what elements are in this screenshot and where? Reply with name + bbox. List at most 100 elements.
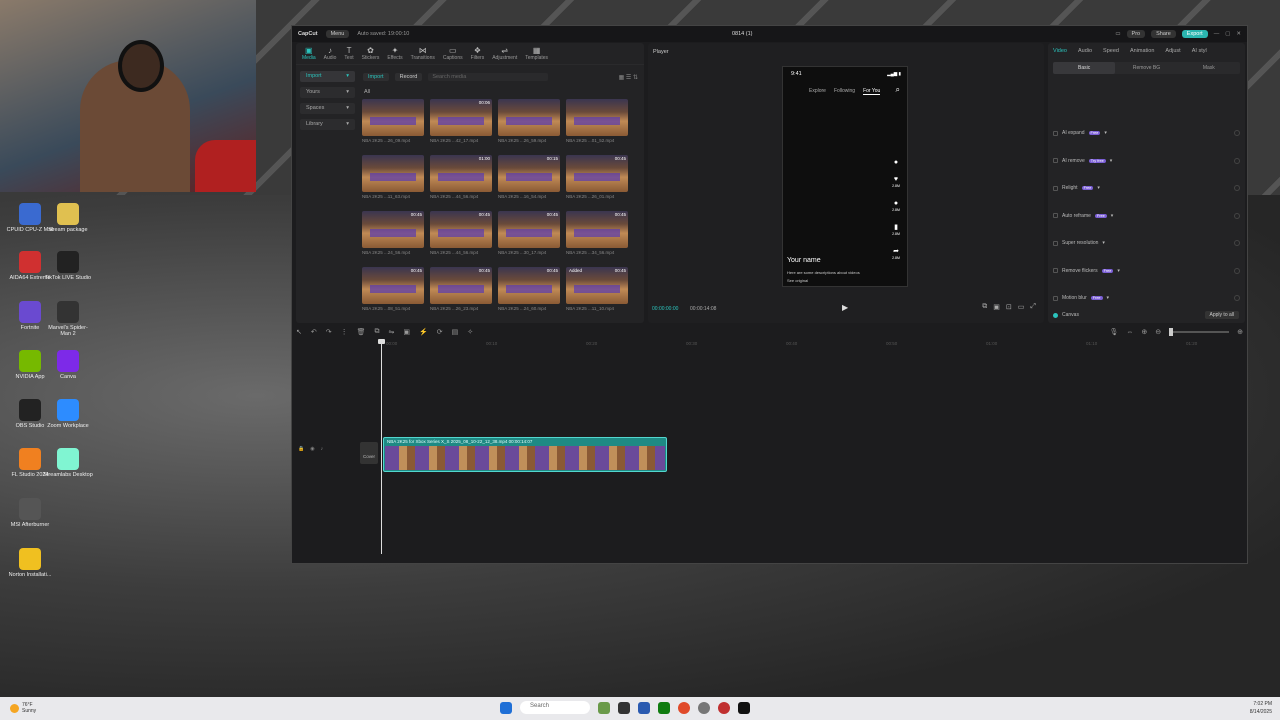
crop-icon[interactable]: ⧉ [982,303,987,311]
share-button[interactable]: Share [1151,30,1176,38]
reset-icon[interactable] [1234,185,1240,191]
media-thumbnail[interactable]: 00:45 NBA 2K25 ...08_51.mp4 [362,267,424,313]
apply-to-all-button[interactable]: Apply to all [1204,311,1239,319]
widget-icon[interactable] [598,701,610,714]
nav-item-spaces[interactable]: Spaces ▾ [300,103,355,114]
tab-video[interactable]: Video [1053,48,1067,54]
canvas-row[interactable]: Canvas [1053,312,1079,318]
cover-button[interactable]: Cover [360,442,378,464]
media-thumbnail[interactable]: 00:06 NBA 2K25 ...42_17.mp4 [430,99,492,145]
rotate-icon[interactable]: ⟳ [437,328,443,336]
task-view-icon[interactable] [618,701,630,714]
tab-animation[interactable]: Animation [1130,48,1154,54]
media-search-input[interactable]: Search media [428,73,549,81]
desktop-icon[interactable]: Streamlabs Desktop [43,448,93,478]
tab-ai-styl[interactable]: AI styl [1192,48,1207,54]
property-checkbox[interactable] [1053,295,1058,301]
property-checkbox[interactable] [1053,158,1058,163]
canvas-toggle[interactable] [1053,312,1058,318]
taskbar-search[interactable]: Search [520,701,590,714]
ratio-icon[interactable]: ▣ [993,303,1000,311]
crop-tool-icon[interactable]: ⧉ [375,328,380,336]
desktop-icon[interactable]: MSI Afterburner [5,498,55,528]
tab-adjust[interactable]: Adjust [1165,48,1180,54]
windows-start-icon[interactable] [500,701,512,714]
tool-transitions[interactable]: ⋈ Transitions [411,46,435,61]
property-row[interactable]: Relight Free ▾ [1053,183,1240,193]
reset-icon[interactable] [1234,267,1240,274]
media-thumbnail[interactable]: 00:15 NBA 2K25 ...16_54.mp4 [498,155,560,201]
media-thumbnail[interactable]: 00:45 NBA 2K25 ...24_56.mp4 [362,211,424,257]
quality-icon[interactable]: ▭ [1018,303,1025,311]
tool-effects[interactable]: ✦ Effects [387,46,402,61]
chrome-icon[interactable] [678,701,690,714]
property-checkbox[interactable] [1053,130,1058,136]
property-checkbox[interactable] [1053,268,1058,273]
mic-icon[interactable]: 🎙 [1109,328,1118,336]
nav-item-library[interactable]: Library ▾ [300,119,355,130]
property-row[interactable]: Super resolution ▾ [1053,238,1240,248]
tool-audio[interactable]: ♪ Audio [324,46,337,61]
reset-icon[interactable] [1234,212,1240,219]
record-button[interactable]: Record [394,73,423,81]
tool-text[interactable]: T Text [344,46,353,61]
xbox-icon[interactable] [658,701,670,714]
maximize-icon[interactable]: ▢ [1225,31,1230,37]
tool-stickers[interactable]: ✿ Stickers [362,46,380,61]
weather-widget[interactable]: 76°F Sunny [10,702,36,714]
view-grid-icon[interactable]: ▦ ☰ ⇅ [619,74,638,81]
import-button[interactable]: Import [363,73,389,81]
undo-icon[interactable]: ↶ [311,328,317,336]
reset-icon[interactable] [1234,157,1240,164]
app-icon[interactable] [718,701,730,714]
property-row[interactable]: Auto reframe Free ▾ [1053,211,1240,221]
property-checkbox[interactable] [1053,185,1058,191]
media-thumbnail[interactable]: NBA 2K25 ...26_59.mp4 [498,99,560,145]
tab-speed[interactable]: Speed [1103,48,1119,54]
capcut-taskbar-icon[interactable] [738,701,750,714]
playhead[interactable] [378,339,385,554]
video-clip[interactable]: NBA 2K25 for Xbox Series X_S 2025_08_10-… [383,437,667,472]
pro-button[interactable]: Pro [1126,30,1146,38]
desktop-icon[interactable]: Zoom Workplace [43,399,93,429]
minimize-icon[interactable]: — [1214,31,1220,37]
media-thumbnail[interactable]: NBA 2K25 ...26_09.mp4 [362,99,424,145]
transform-icon[interactable]: ▤ [452,328,459,336]
export-button[interactable]: Export [1181,30,1208,38]
close-icon[interactable]: ✕ [1236,31,1241,37]
mirror-icon[interactable]: ⇋ [389,328,395,336]
media-thumbnail[interactable]: 01:00 NBA 2K25 ...44_56.mp4 [430,155,492,201]
split-icon[interactable]: ⋮ [341,328,348,336]
zoom-slider[interactable] [1169,328,1230,336]
tool-media[interactable]: ▣ Media [302,46,316,61]
track-lock-icon[interactable]: 🔒 [298,446,304,452]
fit-icon[interactable]: ⊡ [1006,303,1012,311]
property-row[interactable]: AI expand Free ▾ [1053,128,1240,138]
menu-button[interactable]: Menu [325,30,350,38]
delete-icon[interactable]: 🗑 [357,328,366,336]
tab-audio[interactable]: Audio [1078,48,1092,54]
property-row[interactable]: Remove flickers Free ▾ [1053,266,1240,276]
media-thumbnail[interactable]: 00:45 NBA 2K25 ...44_56.mp4 [430,211,492,257]
property-row[interactable]: AI remove Try free ▾ [1053,156,1240,166]
subtab-mask[interactable]: Mask [1178,62,1240,74]
desktop-icon[interactable]: Canva [43,350,93,380]
track-visibility-icon[interactable]: ◉ [310,446,314,452]
desktop-icon[interactable]: stream package [43,203,93,233]
tool-templates[interactable]: ▦ Templates [525,46,548,61]
reset-icon[interactable] [1234,295,1240,301]
media-thumbnail[interactable]: 00:45 NBA 2K25 ...24_60.mp4 [498,267,560,313]
snap-icon[interactable]: ⊕ [1141,328,1147,336]
track-mute-icon[interactable]: ♪ [321,446,324,452]
tool-adjustment[interactable]: ⇌ Adjustment [492,46,517,61]
select-icon[interactable]: ↖ [296,328,302,336]
property-checkbox[interactable] [1053,240,1058,246]
media-thumbnail[interactable]: 00:45 NBA 2K25 ...34_56.mp4 [566,211,628,257]
reset-icon[interactable] [1234,240,1240,246]
desktop-icon[interactable]: Norton Installati... [5,548,55,578]
desktop-icon[interactable]: Marvel's Spider-Man 2 [43,301,93,337]
media-thumbnail[interactable]: NBA 2K25 ...11_63.mp4 [362,155,424,201]
clock[interactable]: 7:02 PM 8/14/2025 [1250,700,1272,716]
fullscreen-icon[interactable]: ⤢ [1030,303,1036,311]
zoom-in-icon[interactable]: ⊕ [1237,328,1243,336]
